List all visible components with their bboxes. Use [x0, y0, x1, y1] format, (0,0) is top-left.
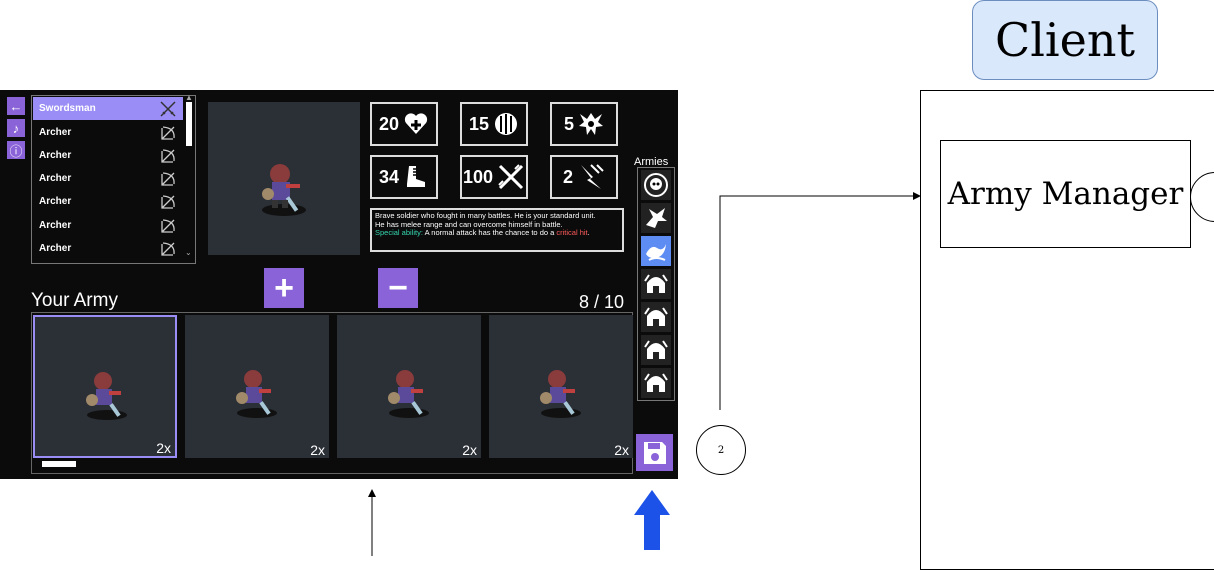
connector-arrow — [719, 192, 921, 410]
blue-up-arrow-icon — [634, 490, 670, 550]
step-circle: 2 — [696, 425, 746, 475]
client-label: Client — [972, 0, 1158, 80]
army-manager-box: Army Manager — [940, 140, 1191, 248]
